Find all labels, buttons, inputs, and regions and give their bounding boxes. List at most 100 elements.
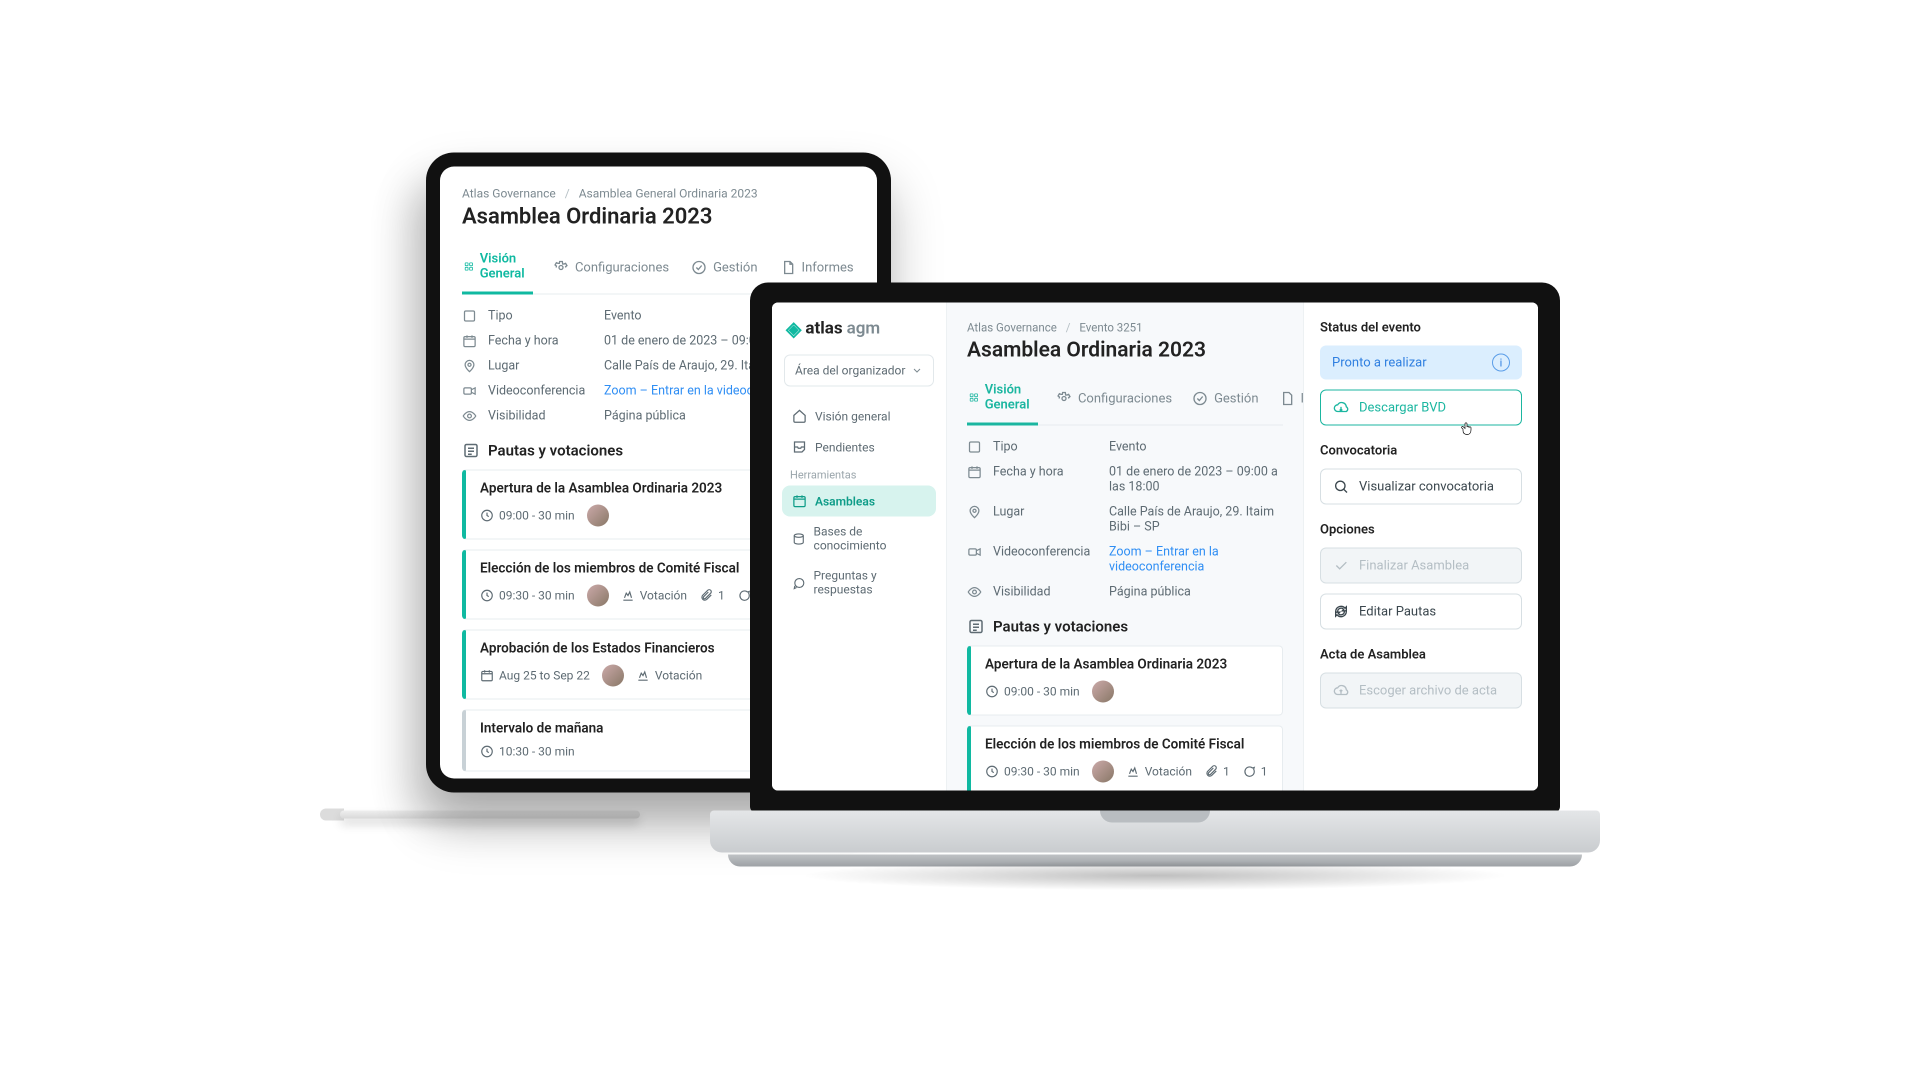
calendar-icon [967,465,987,495]
area-selector[interactable]: Área del organizador [784,355,934,387]
avatar [1092,681,1114,703]
tab-informes-cut[interactable]: I [1277,375,1303,425]
avatar [587,585,609,607]
sidebar-item-vision[interactable]: Visión general [782,401,936,432]
document-icon [780,260,796,276]
calendar-icon [480,669,494,683]
database-icon [792,531,806,546]
finalize-asamblea-button: Finalizar Asamblea [1320,548,1522,584]
label-video: Videoconferencia [488,384,598,399]
view-convocatoria-button[interactable]: Visualizar convocatoria [1320,469,1522,505]
value-fecha: 01 de enero de 2023 – 09:00 a las 18:00 [1109,465,1283,495]
right-panel: Status del evento Pronto a realizar i De… [1303,303,1538,791]
agenda-date: Aug 25 to Sep 22 [480,669,590,683]
laptop-device: ◈ atlasagm Área del organizador Visión g… [710,283,1600,873]
tab-vision-general[interactable]: Visión General [462,244,533,295]
paperclip-icon [1204,765,1218,779]
list-icon [967,618,985,636]
agenda-time: 10:30 - 30 min [480,745,575,759]
info-icon[interactable]: i [1492,354,1510,372]
value-tipo: Evento [1109,440,1283,455]
edit-pautas-button[interactable]: Editar Pautas [1320,594,1522,630]
agenda-item[interactable]: Apertura de la Asamblea Ordinaria 2023 0… [967,646,1283,716]
inbox-icon [792,440,807,455]
event-details: Tipo Evento Fecha y hora 01 de enero de … [967,440,1283,600]
clock-icon [480,745,494,759]
check-circle-icon [1192,391,1208,407]
sidebar-item-asambleas[interactable]: Asambleas [782,486,936,517]
tabs: Visión General Configuraciones Gestión [967,375,1283,426]
agenda-vote: Votación [1126,765,1192,779]
calendar-icon [792,494,807,509]
type-icon [967,440,987,455]
agenda-item[interactable]: Elección de los miembros de Comité Fisca… [967,726,1283,791]
label-tipo: Tipo [993,440,1103,455]
avatar [1092,761,1114,783]
video-icon [967,545,987,575]
logo-mark-icon: ◈ [786,319,801,339]
home-icon [792,409,807,424]
opciones-heading: Opciones [1320,523,1522,538]
clock-icon [480,589,494,603]
breadcrumb: Atlas Governance / Asamblea General Ordi… [462,187,855,201]
value-visibilidad: Página pública [1109,585,1283,600]
clock-icon [985,685,999,699]
agenda-vote: Votación [636,669,702,683]
value-video-link[interactable]: Zoom – Entrar en la videoconferencia [1109,545,1283,575]
check-icon [1333,558,1349,574]
sidebar-item-pendientes[interactable]: Pendientes [782,432,936,463]
cloud-download-icon [1333,400,1349,416]
label-tipo: Tipo [488,309,598,324]
tab-configuraciones[interactable]: Configuraciones [1054,375,1174,425]
label-lugar: Lugar [488,359,598,374]
sidebar-heading-herramientas: Herramientas [782,463,936,486]
cloud-upload-icon [1333,683,1349,699]
stylus-pencil [290,803,640,827]
sidebar-item-bases[interactable]: Bases de conocimiento [782,517,936,561]
chat-icon [792,575,805,590]
page-title: Asamblea Ordinaria 2023 [967,339,1283,363]
breadcrumb-event[interactable]: Asamblea General Ordinaria 2023 [579,187,758,201]
pin-icon [462,359,482,374]
chevron-down-icon [911,365,923,377]
breadcrumb-org[interactable]: Atlas Governance [967,321,1057,335]
grid-icon [969,390,979,406]
comment-icon [1242,765,1256,779]
label-fecha: Fecha y hora [488,334,598,349]
agenda-item-title: Apertura de la Asamblea Ordinaria 2023 [985,657,1268,673]
vote-icon [636,669,650,683]
gear-icon [1056,391,1072,407]
download-bvd-button[interactable]: Descargar BVD [1320,390,1522,426]
label-fecha: Fecha y hora [993,465,1103,495]
vote-icon [621,589,635,603]
agenda-time: 09:00 - 30 min [480,509,575,523]
label-visibilidad: Visibilidad [993,585,1103,600]
main-content: Atlas Governance / Evento 3251 Asamblea … [947,303,1303,791]
gear-icon [553,260,569,276]
eye-icon [462,409,482,424]
tab-vision-general[interactable]: Visión General [967,375,1038,426]
acta-heading: Acta de Asamblea [1320,648,1522,663]
avatar [602,665,624,687]
brand-logo: ◈ atlasagm [782,319,936,351]
list-icon [462,442,480,460]
label-lugar: Lugar [993,505,1103,535]
eye-icon [967,585,987,600]
refresh-icon [1333,604,1349,620]
tab-configuraciones[interactable]: Configuraciones [551,244,671,294]
clock-icon [985,765,999,779]
document-icon [1279,391,1295,407]
sidebar-item-qa[interactable]: Preguntas y respuestas [782,561,936,605]
breadcrumb-org[interactable]: Atlas Governance [462,187,556,201]
page-title: Asamblea Ordinaria 2023 [462,205,855,230]
vote-icon [1126,765,1140,779]
tab-gestion[interactable]: Gestión [1190,375,1260,425]
sidebar: ◈ atlasagm Área del organizador Visión g… [772,303,947,791]
convocatoria-heading: Convocatoria [1320,444,1522,459]
label-video: Videoconferencia [993,545,1103,575]
agenda-time: 09:30 - 30 min [985,765,1080,779]
video-icon [462,384,482,399]
agenda-vote: Votación [621,589,687,603]
value-lugar: Calle País de Araujo, 29. Itaim Bibi – S… [1109,505,1283,535]
breadcrumb-event[interactable]: Evento 3251 [1079,321,1142,335]
